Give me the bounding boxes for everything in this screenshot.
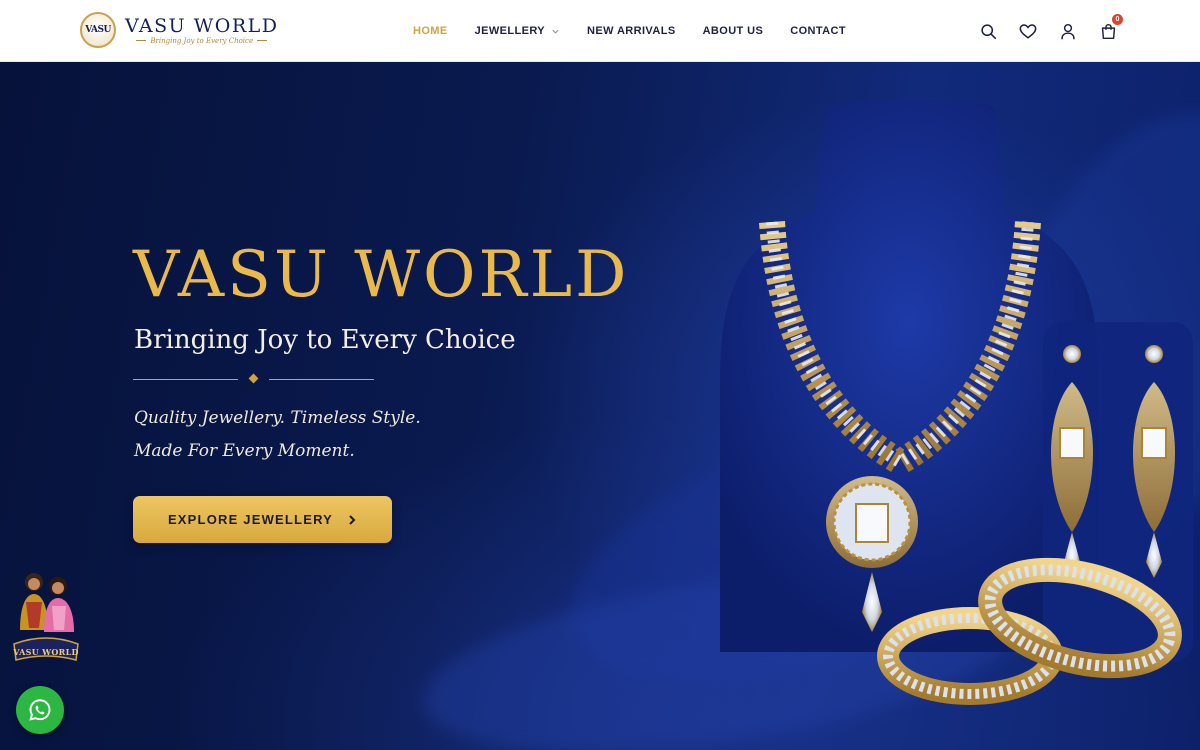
badge-text: VASU WORLD: [13, 647, 79, 657]
cart-icon[interactable]: 0: [1096, 14, 1123, 43]
hero-title: VASU WORLD: [133, 238, 630, 312]
hero-banner: VASU WORLD Bringing Joy to Every Choice …: [0, 62, 1200, 750]
chevron-right-icon: [349, 514, 356, 525]
brand-ambassador-badge[interactable]: VASU WORLD: [12, 568, 80, 666]
whatsapp-icon: [29, 699, 51, 721]
hero-subtitle: Bringing Joy to Every Choice: [134, 325, 516, 355]
explore-jewellery-label: EXPLORE JEWELLERY: [167, 512, 334, 527]
logo-mark-text: VASU: [85, 25, 111, 35]
brand-logo[interactable]: VASU VASU WORLD Bringing Joy to Every Ch…: [80, 12, 278, 48]
hero-tagline-1: Quality Jewellery. Timeless Style.: [134, 408, 421, 428]
hero-divider: [133, 373, 374, 384]
search-icon[interactable]: [976, 19, 1000, 43]
site-header: VASU VASU WORLD Bringing Joy to Every Ch…: [0, 0, 1200, 62]
nav-home[interactable]: HOME: [413, 25, 448, 37]
heart-icon[interactable]: [1016, 19, 1040, 43]
whatsapp-chat-button[interactable]: [16, 686, 64, 734]
nav-jewellery[interactable]: JEWELLERY: [475, 25, 560, 37]
cart-count-badge: 0: [1112, 14, 1123, 25]
nav-contact[interactable]: CONTACT: [790, 25, 846, 37]
logo-tagline: Bringing Joy to Every Choice: [150, 36, 254, 45]
hero-tagline-2: Made For Every Moment.: [134, 441, 355, 461]
chevron-down-icon: [552, 29, 559, 34]
logo-name: VASU WORLD: [125, 14, 279, 37]
logo-emblem-icon: VASU: [80, 12, 116, 48]
logo-tagline-row: Bringing Joy to Every Choice: [125, 37, 278, 45]
user-icon[interactable]: [1056, 19, 1080, 43]
nav-about-us[interactable]: ABOUT US: [703, 25, 764, 37]
main-nav: HOME JEWELLERY NEW ARRIVALS ABOUT US CON…: [413, 0, 873, 62]
necklace-bust-image: [720, 100, 1193, 705]
header-actions: 0: [960, 14, 1123, 43]
nav-new-arrivals[interactable]: NEW ARRIVALS: [587, 25, 676, 37]
explore-jewellery-button[interactable]: EXPLORE JEWELLERY: [133, 496, 392, 543]
